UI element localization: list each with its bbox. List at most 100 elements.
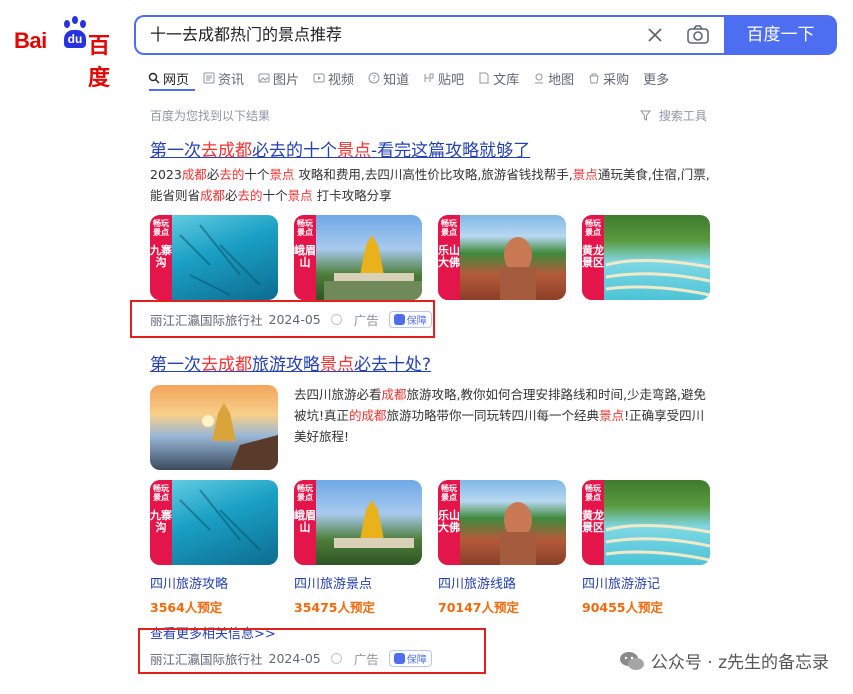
- title-part: 旅游攻略: [252, 355, 320, 375]
- logo-du: du: [64, 30, 86, 48]
- result2-abstract: 去四川旅游必看成都旅游攻略,教你如何合理安排路线和时间,少走弯路,避免被坑!真正…: [294, 384, 714, 447]
- tag-name: 九寨沟: [150, 509, 172, 534]
- question-icon: ?: [368, 72, 380, 84]
- doc-icon: [479, 72, 489, 84]
- tab-label: 资讯: [218, 72, 245, 88]
- tab-label: 图片: [273, 72, 300, 88]
- camera-icon[interactable]: [686, 24, 710, 46]
- title-part: 必去十处?: [354, 355, 432, 375]
- booked-count: 70147人预定: [438, 600, 519, 615]
- spot-tag: 畅玩景点 峨眉山: [294, 480, 316, 565]
- spot-tag: 畅玩景点 九寨沟: [150, 215, 172, 300]
- tag-small: 畅玩景点: [297, 219, 313, 237]
- title-part: -看完这篇攻略就够了: [371, 141, 531, 161]
- abs-highlight: 去的: [237, 188, 263, 203]
- tab-zhidao[interactable]: ? 知道: [368, 66, 409, 90]
- tab-more[interactable]: 更多: [643, 66, 669, 90]
- spot-tag: 畅玩景点 九寨沟: [150, 480, 172, 565]
- abs-highlight: 去的: [219, 167, 245, 182]
- tag-name: 乐山大佛: [438, 244, 460, 269]
- tag-name: 峨眉山: [294, 509, 316, 534]
- tab-label: 更多: [643, 72, 670, 88]
- card-caption[interactable]: 四川旅游游记: [582, 573, 660, 592]
- tab-label: 文库: [493, 72, 520, 88]
- booked-count: 90455人预定: [582, 600, 663, 615]
- clear-icon[interactable]: [644, 24, 666, 46]
- title-highlight: 景点: [320, 355, 354, 375]
- title-highlight: 景点: [337, 141, 371, 161]
- abs-highlight: 成都: [200, 188, 226, 203]
- tag-name: 黄龙景区: [582, 244, 604, 269]
- card-thumb-jiuzhaigou[interactable]: 畅玩景点 九寨沟: [150, 480, 278, 565]
- tab-label: 视频: [328, 72, 355, 88]
- tag-small: 畅玩景点: [585, 484, 601, 502]
- search-tools-button[interactable]: 搜索工具: [639, 107, 707, 124]
- tab-tieba[interactable]: 贴吧: [423, 66, 464, 90]
- news-icon: [203, 72, 215, 84]
- title-highlight: 去成都: [201, 355, 252, 375]
- card-caption[interactable]: 四川旅游景点: [294, 573, 372, 592]
- tab-label: 网页: [163, 72, 190, 88]
- wechat-watermark: 公众号 · z先生的备忘录: [619, 648, 829, 673]
- spot-tag: 畅玩景点 黄龙景区: [582, 480, 604, 565]
- tag-name: 九寨沟: [150, 244, 172, 269]
- search-icon: [148, 72, 160, 84]
- card-thumb-emeishan[interactable]: 畅玩景点 峨眉山: [294, 480, 422, 565]
- title-part: 第一次: [150, 355, 201, 375]
- thumb-emeishan[interactable]: 畅玩景点 峨眉山: [294, 215, 422, 300]
- logo-text-bai: Bai: [14, 28, 47, 53]
- abs-highlight: 景点: [572, 167, 598, 182]
- temple-sunset-photo: [202, 403, 278, 470]
- abs-part: 去四川旅游必看: [294, 387, 382, 402]
- tag-name: 峨眉山: [294, 244, 316, 269]
- thumb-leshan[interactable]: 畅玩景点 乐山大佛: [438, 215, 566, 300]
- thumb-huanglong[interactable]: 畅玩景点 黄龙景区: [582, 215, 710, 300]
- map-icon: [535, 73, 544, 84]
- tab-map[interactable]: 地图: [533, 66, 574, 90]
- spot-tag: 畅玩景点 峨眉山: [294, 215, 316, 300]
- abs-part: 攻略和费用,去四川高性价比攻略,旅游省钱找帮手,: [294, 167, 573, 182]
- annotation-box-1: [130, 300, 435, 338]
- search-input[interactable]: 十一去成都热门的景点推荐: [150, 17, 630, 53]
- thumb-jiuzhaigou[interactable]: 畅玩景点 九寨沟: [150, 215, 278, 300]
- abs-highlight: 成都: [381, 387, 407, 402]
- filter-icon: [639, 110, 652, 121]
- spot-tag: 畅玩景点 乐山大佛: [438, 215, 460, 300]
- tag-small: 畅玩景点: [441, 219, 457, 237]
- card-thumb-huanglong[interactable]: 畅玩景点 黄龙景区: [582, 480, 710, 565]
- tab-web[interactable]: 网页: [148, 66, 189, 90]
- abs-part: 十个: [244, 167, 270, 182]
- tab-video[interactable]: 视频: [313, 66, 354, 90]
- result1-abstract: 2023成都必去的十个景点 攻略和费用,去四川高性价比攻略,旅游省钱找帮手,景点…: [150, 164, 715, 206]
- result1-title[interactable]: 第一次去成都必去的十个景点-看完这篇攻略就够了: [150, 136, 530, 161]
- tag-name: 乐山大佛: [438, 509, 460, 534]
- result2-title[interactable]: 第一次去成都旅游攻略景点必去十处?: [150, 350, 431, 375]
- tag-name: 黄龙景区: [582, 509, 604, 534]
- abs-part: 必: [225, 188, 238, 203]
- card-caption[interactable]: 四川旅游线路: [438, 573, 516, 592]
- abs-part: 旅游功略带你一同玩转四川每一个经典: [386, 408, 600, 423]
- title-part: 必去的十个: [252, 141, 337, 161]
- tab-news[interactable]: 资讯: [203, 66, 244, 90]
- wechat-icon: [619, 651, 644, 670]
- tag-small: 畅玩景点: [441, 484, 457, 502]
- search-box[interactable]: 十一去成都热门的景点推荐: [134, 15, 726, 55]
- card-caption[interactable]: 四川旅游攻略: [150, 573, 228, 592]
- card-thumb-leshan[interactable]: 畅玩景点 乐山大佛: [438, 480, 566, 565]
- abs-highlight: 景点: [269, 167, 295, 182]
- tab-images[interactable]: 图片: [258, 66, 299, 90]
- abs-part: 十个: [262, 188, 288, 203]
- abs-part: 2023: [150, 167, 182, 182]
- tab-purchase[interactable]: 采购: [588, 66, 629, 90]
- baidu-logo[interactable]: Bai du 百度: [14, 16, 124, 90]
- search-button[interactable]: 百度一下: [724, 15, 837, 55]
- result2-main-image[interactable]: [150, 385, 278, 470]
- tag-small: 畅玩景点: [297, 484, 313, 502]
- active-tab-indicator: [149, 89, 195, 91]
- tab-label: 知道: [383, 72, 410, 88]
- abs-highlight: 成都: [361, 408, 387, 423]
- abs-highlight: 景点: [287, 188, 313, 203]
- image-icon: [258, 73, 270, 83]
- tab-wenku[interactable]: 文库: [478, 66, 519, 90]
- tieba-icon: [424, 73, 434, 82]
